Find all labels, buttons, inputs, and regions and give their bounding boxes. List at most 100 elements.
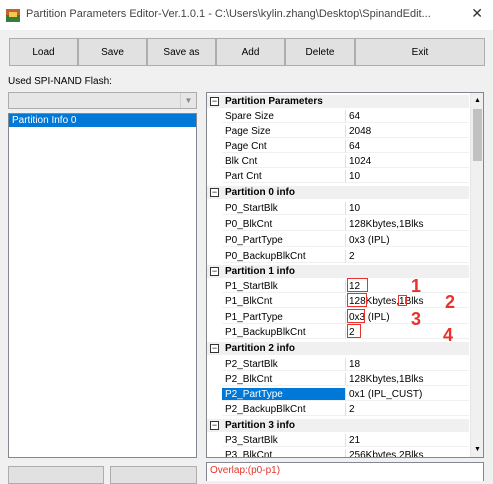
collapse-icon[interactable]: − (207, 419, 222, 432)
property-name: P1_StartBlk (222, 280, 346, 293)
property-value[interactable]: 2 (346, 403, 469, 416)
scroll-down-icon[interactable]: ▼ (471, 443, 483, 456)
property-name: P1_BackupBlkCnt (222, 326, 346, 339)
partition-list[interactable]: Partition Info 0 (8, 113, 197, 458)
category-partition-1[interactable]: − Partition 1 info (207, 265, 469, 278)
flash-select[interactable]: ▼ (8, 92, 197, 109)
grid-row[interactable]: P2_BackupBlkCnt 2 (207, 403, 469, 416)
chevron-down-icon[interactable]: ▼ (180, 93, 196, 108)
grid-row[interactable]: P1_BlkCnt 128Kbytes,1Blks (207, 295, 469, 308)
grid-row-selected[interactable]: P2_PartType 0x1 (IPL_CUST) (207, 388, 469, 401)
property-name: P0_StartBlk (222, 202, 346, 215)
annotation-number-2: 2 (445, 292, 456, 312)
property-value[interactable]: 10 (346, 170, 469, 183)
property-value[interactable]: 2048 (346, 125, 469, 138)
property-name: P3_StartBlk (222, 434, 346, 447)
grid-scrollbar[interactable]: ▲ ▼ (470, 93, 483, 457)
grid-row[interactable]: P2_BlkCnt 128Kbytes,1Blks (207, 373, 469, 386)
grid-row[interactable]: Page Size 2048 (207, 125, 469, 138)
property-value[interactable]: 18 (346, 358, 469, 371)
save-as-button[interactable]: Save as (147, 38, 216, 66)
annotation-number-3: 3 (411, 309, 422, 329)
bottom-button-right[interactable] (110, 466, 197, 484)
exit-button[interactable]: Exit (355, 38, 485, 66)
close-icon[interactable]: ✕ (471, 5, 483, 22)
category-label: Partition 1 info (225, 266, 295, 277)
status-box: Overlap:(p0-p1) (206, 462, 484, 481)
grid-row[interactable]: P1_StartBlk 12 (207, 280, 469, 293)
app-icon (6, 9, 20, 22)
property-value[interactable]: 1024 (346, 155, 469, 168)
grid-row[interactable]: P1_BackupBlkCnt 2 (207, 326, 469, 339)
property-value[interactable]: 64 (346, 140, 469, 153)
annotation-number-4: 4 (443, 325, 454, 345)
status-text: Overlap:(p0-p1) (210, 465, 281, 476)
property-name: P1_BlkCnt (222, 295, 346, 308)
category-partition-2[interactable]: − Partition 2 info (207, 342, 469, 355)
property-value[interactable]: 256Kbytes,2Blks (346, 449, 469, 457)
property-name: Blk Cnt (222, 155, 346, 168)
grid-row[interactable]: P0_BlkCnt 128Kbytes,1Blks (207, 218, 469, 231)
annotation-number-1: 1 (411, 276, 422, 296)
annotation-box-1 (347, 278, 368, 292)
grid-row[interactable]: Blk Cnt 1024 (207, 155, 469, 168)
property-name: Part Cnt (222, 170, 346, 183)
collapse-icon[interactable]: − (207, 342, 222, 355)
annotation-box-3 (347, 309, 365, 323)
property-value[interactable]: 128Kbytes,1Blks (346, 373, 469, 386)
load-button[interactable]: Load (9, 38, 78, 66)
category-label: Partition Parameters (225, 96, 323, 107)
property-name: Page Size (222, 125, 346, 138)
property-name: P3_BlkCnt (222, 449, 346, 457)
grid-row[interactable]: P1_PartType 0x3 (IPL) (207, 311, 469, 324)
grid-row[interactable]: P3_BlkCnt 256Kbytes,2Blks (207, 449, 469, 457)
grid-row[interactable]: P2_StartBlk 18 (207, 358, 469, 371)
add-button[interactable]: Add (216, 38, 285, 66)
property-name: P0_BlkCnt (222, 218, 346, 231)
window-title: Partition Parameters Editor-Ver.1.0.1 - … (26, 8, 431, 20)
property-value[interactable]: 0x3 (IPL) (346, 234, 469, 247)
grid-row[interactable]: Part Cnt 10 (207, 170, 469, 183)
property-grid[interactable]: − Partition Parameters Spare Size 64 Page… (206, 92, 484, 458)
property-name: P2_BlkCnt (222, 373, 346, 386)
collapse-icon[interactable]: − (207, 265, 222, 278)
property-name: P1_PartType (222, 311, 346, 324)
property-value[interactable]: 10 (346, 202, 469, 215)
property-name: P0_BackupBlkCnt (222, 250, 346, 263)
property-name: Spare Size (222, 110, 346, 123)
property-value[interactable]: 2 (346, 250, 469, 263)
save-button[interactable]: Save (78, 38, 147, 66)
grid-row[interactable]: P0_BackupBlkCnt 2 (207, 250, 469, 263)
grid-row[interactable]: Page Cnt 64 (207, 140, 469, 153)
title-bar: Partition Parameters Editor-Ver.1.0.1 - … (0, 0, 493, 30)
used-flash-label: Used SPI-NAND Flash: (8, 76, 112, 87)
category-partition-parameters[interactable]: − Partition Parameters (207, 95, 469, 108)
category-partition-3[interactable]: − Partition 3 info (207, 419, 469, 432)
bottom-button-left[interactable] (8, 466, 104, 484)
scrollbar-thumb[interactable] (473, 109, 482, 161)
category-label: Partition 3 info (225, 420, 295, 431)
scroll-up-icon[interactable]: ▲ (471, 94, 483, 107)
delete-button[interactable]: Delete (285, 38, 355, 66)
property-name: P2_BackupBlkCnt (222, 403, 346, 416)
collapse-icon[interactable]: − (207, 186, 222, 199)
property-value[interactable]: 0x1 (IPL_CUST) (346, 388, 469, 401)
category-label: Partition 2 info (225, 343, 295, 354)
annotation-box-2b (398, 295, 407, 306)
property-value[interactable]: 21 (346, 434, 469, 447)
property-name: Page Cnt (222, 140, 346, 153)
collapse-icon[interactable]: − (207, 95, 222, 108)
annotation-box-2a (347, 293, 367, 307)
category-label: Partition 0 info (225, 187, 295, 198)
property-name: P2_PartType (222, 388, 346, 401)
list-item[interactable]: Partition Info 0 (9, 114, 196, 127)
property-value[interactable]: 64 (346, 110, 469, 123)
category-partition-0[interactable]: − Partition 0 info (207, 186, 469, 199)
grid-row[interactable]: Spare Size 64 (207, 110, 469, 123)
grid-row[interactable]: P3_StartBlk 21 (207, 434, 469, 447)
grid-row[interactable]: P0_PartType 0x3 (IPL) (207, 234, 469, 247)
annotation-box-4 (347, 324, 361, 338)
property-value[interactable]: 128Kbytes,1Blks (346, 218, 469, 231)
grid-row[interactable]: P0_StartBlk 10 (207, 202, 469, 215)
property-name: P0_PartType (222, 234, 346, 247)
